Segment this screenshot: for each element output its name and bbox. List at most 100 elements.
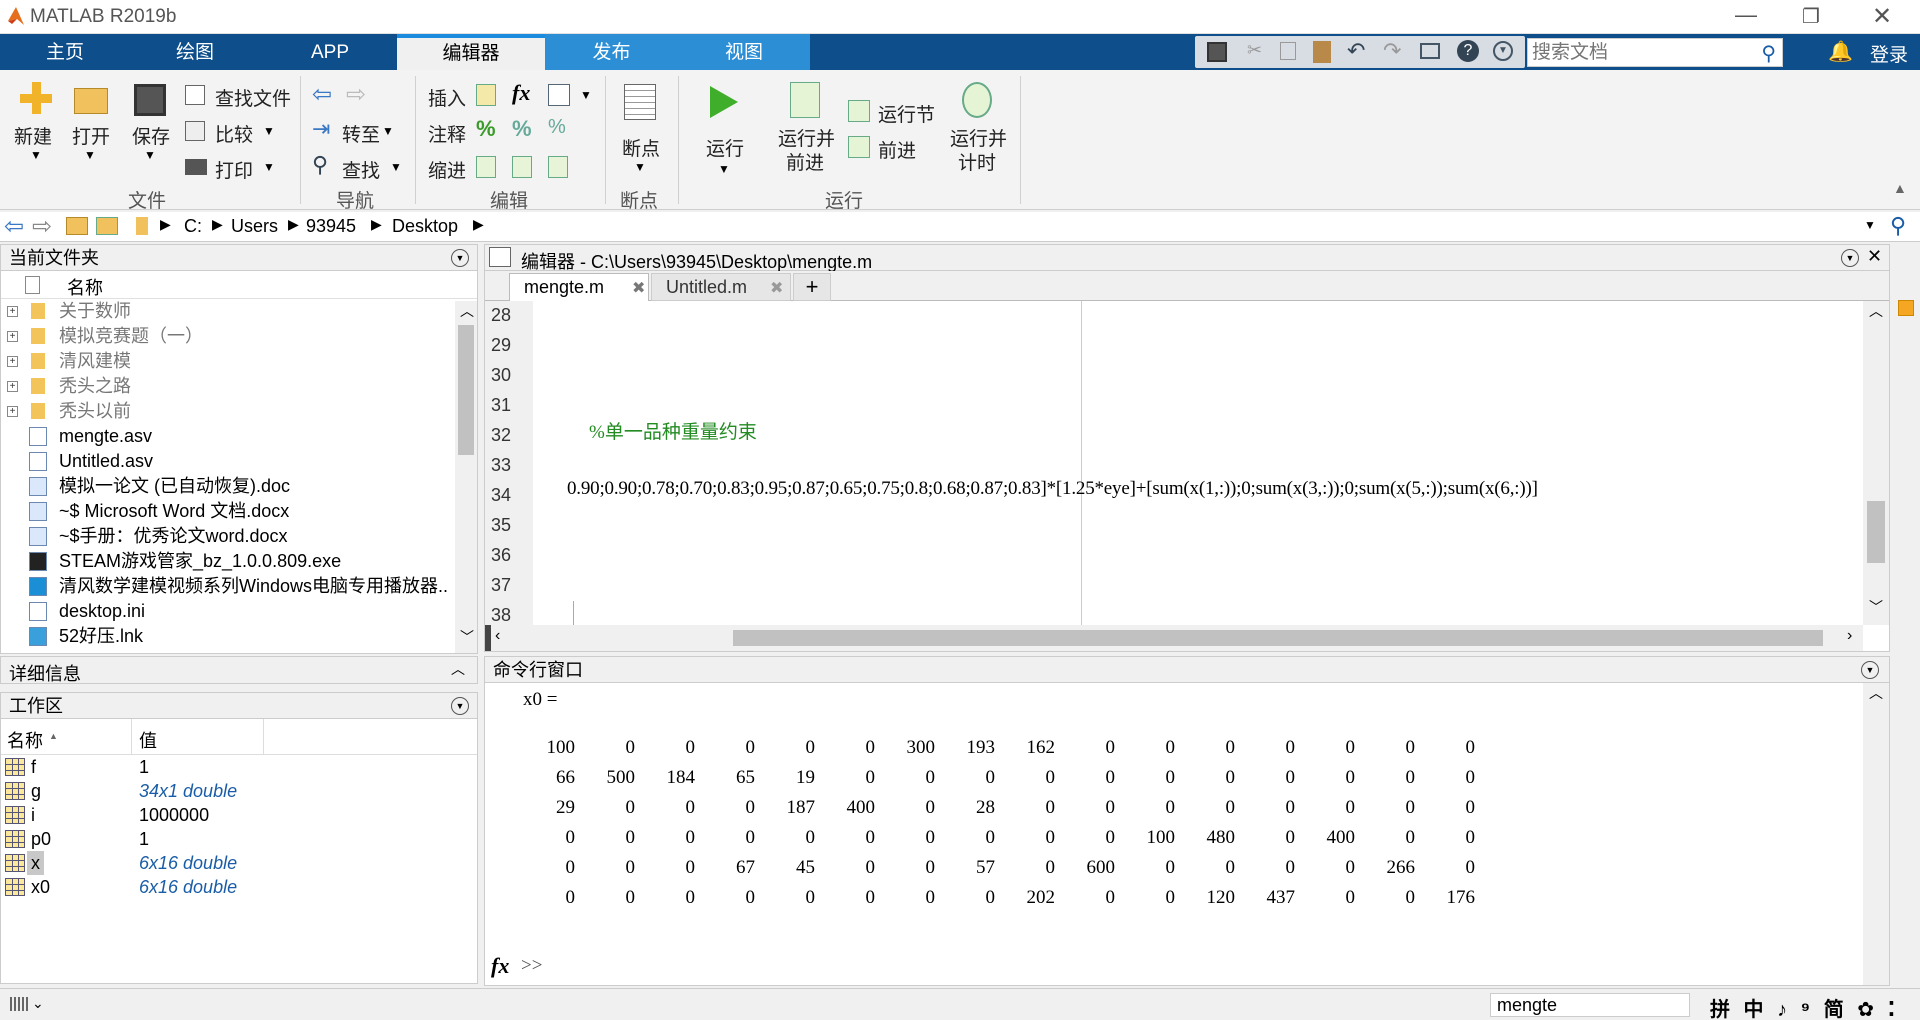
file-list-header[interactable]: 名称 <box>1 271 477 299</box>
forward-icon[interactable]: ⇨ <box>32 212 52 241</box>
expand-icon[interactable]: + <box>7 381 18 392</box>
insert-function-icon[interactable] <box>548 84 570 106</box>
goto-button[interactable]: ⇥ 转至 ▼ <box>312 116 402 146</box>
file-list-item[interactable]: + 关于数师 <box>1 299 477 324</box>
tab-apps[interactable]: APP <box>285 34 375 70</box>
run-and-advance-button[interactable]: 运行并 前进 <box>776 82 836 182</box>
search-input[interactable] <box>1528 39 1748 66</box>
file-list-item[interactable]: STEAM游戏管家_bz_1.0.0.809.exe <box>1 549 477 574</box>
file-list-item[interactable]: + 模拟竞赛题（一） <box>1 324 477 349</box>
tab-plots[interactable]: 绘图 <box>150 34 240 70</box>
insert-button[interactable]: 插入 <box>428 84 466 111</box>
breadcrumb-93945[interactable]: 93945 <box>306 216 356 237</box>
scroll-right-icon[interactable]: › <box>1847 627 1852 645</box>
tab-mengte[interactable]: mengte.m ✖ <box>509 273 649 301</box>
breadcrumb-users[interactable]: Users <box>231 216 278 237</box>
expand-icon[interactable]: + <box>7 331 18 342</box>
save-button[interactable]: 保存 ▼ <box>130 82 176 182</box>
scroll-down-icon[interactable]: ﹀ <box>460 627 474 647</box>
open-button[interactable]: 打开 ▼ <box>70 82 116 182</box>
status-dropdown-icon[interactable]: ⌄ <box>32 995 44 1012</box>
tab-view[interactable]: 视图 <box>678 34 810 70</box>
back-arrow-icon[interactable]: ⇦ <box>312 80 332 109</box>
find-button[interactable]: ⚲ 查找 ▼ <box>312 152 407 182</box>
file-list-item[interactable]: 模拟一论文 (已自动恢复).doc <box>1 474 477 499</box>
run-and-time-button[interactable]: 运行并 计时 <box>948 82 1008 182</box>
tab-publish[interactable]: 发布 <box>545 34 678 70</box>
ws-value-column[interactable]: 值 <box>139 727 157 753</box>
smart-indent-icon[interactable] <box>476 156 496 178</box>
advance-button[interactable]: 前进 <box>848 134 938 162</box>
collapse-icon[interactable]: ︿ <box>451 659 465 679</box>
search-folder-icon[interactable]: ⚲ <box>1890 213 1906 239</box>
percent-comment-icon[interactable]: % <box>476 116 496 142</box>
folder-scrollbar[interactable]: ︿ ﹀ <box>455 301 477 653</box>
breadcrumb-c[interactable]: C: <box>184 216 202 237</box>
paste-icon[interactable] <box>1313 41 1331 63</box>
expand-icon[interactable]: + <box>7 406 18 417</box>
file-list-item[interactable]: Untitled.asv <box>1 449 477 474</box>
workspace-variable-row[interactable]: x 6x16 double <box>1 851 477 875</box>
tab-home[interactable]: 主页 <box>20 34 110 70</box>
search-box[interactable]: ⚲ <box>1527 38 1783 67</box>
panel-menu-icon[interactable]: ▼ <box>1841 249 1859 267</box>
file-list-item[interactable]: ~$ Microsoft Word 文档.docx <box>1 499 477 524</box>
file-list-item[interactable]: ~$手册：优秀论文word.docx <box>1 524 477 549</box>
code-analyzer-icon[interactable] <box>1898 300 1914 316</box>
command-scrollbar[interactable]: ︿ <box>1863 683 1889 985</box>
ime-toolbar[interactable]: 拼 中 ♪ ⁹ 简 ✿ ⁚ <box>1710 993 1899 1020</box>
file-list-item[interactable]: desktop.ini <box>1 599 477 624</box>
workspace-variable-row[interactable]: x0 6x16 double <box>1 875 477 899</box>
workspace-variable-row[interactable]: i 1000000 <box>1 803 477 827</box>
scroll-left-icon[interactable]: ‹ <box>495 627 500 645</box>
customize-icon[interactable]: ▼ <box>1493 41 1513 61</box>
close-icon[interactable]: ✕ <box>1867 246 1882 267</box>
scroll-up-icon[interactable]: ︿ <box>460 301 474 321</box>
tab-editor[interactable]: 编辑器 <box>397 34 545 70</box>
comment-button[interactable]: 注释 <box>428 120 466 147</box>
file-list-item[interactable]: 清风数学建模视频系列Windows电脑专用播放器.. <box>1 574 477 599</box>
scroll-up-icon[interactable]: ︿ <box>1869 683 1883 703</box>
restore-button[interactable]: ❐ <box>1802 4 1820 29</box>
insert-section-icon[interactable] <box>476 84 496 106</box>
breakpoints-button[interactable]: 断点 ▼ <box>618 82 668 182</box>
cut-icon[interactable]: ✂ <box>1247 40 1262 61</box>
close-tab-icon[interactable]: ✖ <box>632 278 645 298</box>
undo-icon[interactable]: ↶ <box>1347 38 1365 64</box>
editor-hscrollbar[interactable]: ‹ › <box>485 625 1863 651</box>
command-prompt[interactable]: >> <box>521 955 542 977</box>
new-button[interactable]: 新建 ▼ <box>12 82 58 182</box>
ws-name-column[interactable]: 名称 <box>7 727 43 753</box>
collapse-ribbon-icon[interactable]: ▲ <box>1893 180 1907 196</box>
panel-menu-icon[interactable]: ▼ <box>451 697 469 715</box>
scroll-thumb[interactable] <box>1867 501 1885 563</box>
scroll-up-icon[interactable]: ︿ <box>1869 301 1883 321</box>
minimize-button[interactable]: — <box>1735 2 1757 28</box>
increase-indent-icon[interactable] <box>512 156 532 178</box>
notification-bell-icon[interactable]: 🔔 <box>1828 39 1853 64</box>
file-list-item[interactable]: 52好压.lnk <box>1 624 477 649</box>
fx-icon[interactable]: fx <box>512 80 530 106</box>
expand-icon[interactable]: + <box>7 306 18 317</box>
panel-menu-icon[interactable]: ▼ <box>451 249 469 267</box>
file-list-item[interactable]: mengte.asv <box>1 424 477 449</box>
wrap-comments-icon[interactable]: % <box>548 116 566 139</box>
save-icon[interactable] <box>1207 42 1227 62</box>
workspace-variable-row[interactable]: f1 <box>1 755 477 779</box>
expand-icon[interactable]: + <box>7 356 18 367</box>
close-button[interactable]: ✕ <box>1872 2 1892 31</box>
uncomment-icon[interactable]: % <box>512 116 532 142</box>
login-link[interactable]: 登录 <box>1870 40 1908 67</box>
fx-prompt-icon[interactable]: fx <box>491 953 509 979</box>
search-icon[interactable]: ⚲ <box>1761 41 1776 66</box>
workspace-variable-row[interactable]: g 34x1 double <box>1 779 477 803</box>
find-files-button[interactable]: 查找文件 <box>185 82 295 110</box>
redo-icon[interactable]: ↷ <box>1383 38 1401 64</box>
chevron-down-icon[interactable]: ▼ <box>580 88 592 102</box>
new-tab-button[interactable]: + <box>793 273 831 301</box>
tab-untitled[interactable]: Untitled.m ✖ <box>651 273 791 301</box>
up-folder-icon[interactable] <box>66 217 88 235</box>
decrease-indent-icon[interactable] <box>548 156 568 178</box>
code-area[interactable]: %单一品种重量约束 0.90;0.90;0.78;0.70;0.83;0.95;… <box>537 301 1859 625</box>
workspace-variable-row[interactable]: p0 1 <box>1 827 477 851</box>
